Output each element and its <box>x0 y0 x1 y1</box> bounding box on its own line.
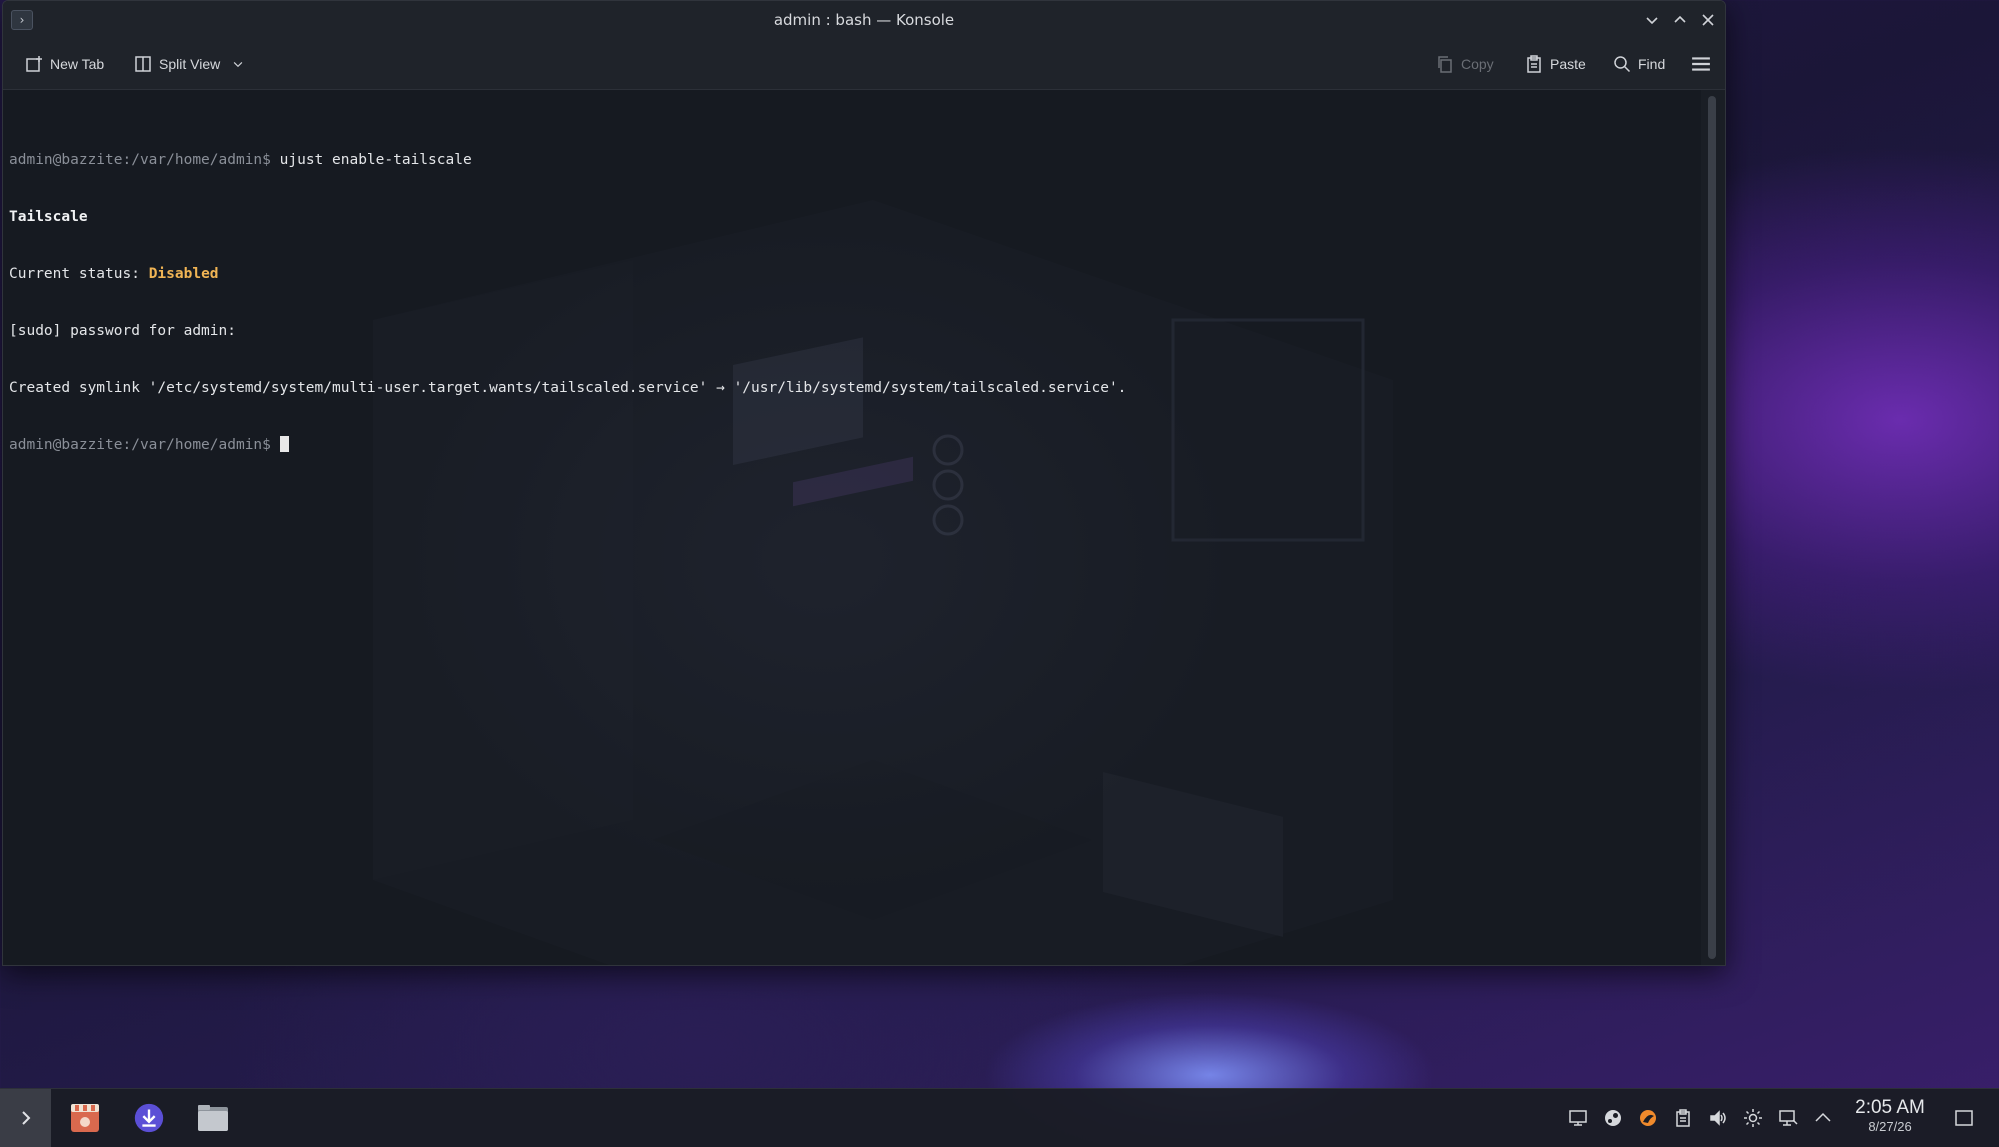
konsole-window: › admin : bash — Konsole New Tab Split V… <box>2 0 1726 966</box>
terminal-line: admin@bazzite:/var/home/admin$ <box>9 436 1695 455</box>
menu-button[interactable] <box>1691 50 1711 78</box>
terminal-output[interactable]: admin@bazzite:/var/home/admin$ ujust ena… <box>3 90 1701 965</box>
split-view-button[interactable]: Split View <box>134 50 245 78</box>
start-icon <box>21 1111 30 1125</box>
show-desktop-button[interactable] <box>1952 1106 1976 1130</box>
copy-icon <box>1438 56 1452 73</box>
chevron-up-icon <box>1674 15 1686 23</box>
output-heading: Tailscale <box>9 209 88 225</box>
chevron-down-icon <box>1646 17 1658 25</box>
store-icon <box>71 1104 99 1132</box>
terminal-line: [sudo] password for admin: <box>9 322 1695 341</box>
firefox-icon <box>1640 1110 1656 1126</box>
task-store[interactable] <box>64 1097 106 1139</box>
task-file-manager[interactable] <box>192 1097 234 1139</box>
download-icon <box>134 1103 164 1133</box>
paste-button[interactable]: Paste <box>1525 50 1586 78</box>
chevron-up-icon <box>1815 1112 1831 1122</box>
close-icon <box>1702 14 1714 26</box>
status-value: Disabled <box>148 266 219 282</box>
tray-firefox[interactable] <box>1636 1106 1660 1130</box>
search-icon <box>1614 56 1631 73</box>
clipboard-icon <box>1676 1109 1690 1127</box>
paste-icon <box>1527 55 1541 73</box>
copy-button[interactable]: Copy <box>1436 50 1494 78</box>
tray-steam[interactable] <box>1601 1106 1625 1130</box>
find-label: Find <box>1638 56 1666 72</box>
application-launcher[interactable] <box>0 1089 51 1147</box>
clock-date: 8/27/26 <box>1868 1119 1912 1134</box>
volume-icon <box>1710 1110 1726 1126</box>
display-icon <box>1569 1110 1587 1126</box>
digital-clock[interactable]: 2:05 AM 8/27/26 <box>1846 1097 1934 1135</box>
new-tab-button[interactable]: New Tab <box>25 50 104 78</box>
symlink-output: Created symlink '/etc/systemd/system/mul… <box>9 380 1127 396</box>
konsole-app-icon[interactable]: › <box>11 10 33 30</box>
copy-label: Copy <box>1461 56 1494 72</box>
hamburger-menu-icon <box>1692 57 1710 71</box>
chevron-down-icon[interactable] <box>231 57 245 71</box>
window-title: admin : bash — Konsole <box>773 11 955 29</box>
terminal-line: Created symlink '/etc/systemd/system/mul… <box>9 379 1695 398</box>
shell-prompt: admin@bazzite:/var/home/admin$ <box>9 437 271 453</box>
shell-prompt: admin@bazzite:/var/home/admin$ <box>9 152 271 168</box>
toolbar: New Tab Split View Copy Paste Find <box>3 39 1725 90</box>
show-desktop-icon <box>1955 1110 1973 1126</box>
background-wallpaper-illustration <box>373 200 1393 965</box>
terminal-scrollbar[interactable] <box>1701 90 1725 965</box>
text-cursor <box>279 436 289 452</box>
sudo-prompt-text: [sudo] password for admin: <box>9 323 236 339</box>
tray-expand[interactable] <box>1811 1106 1835 1130</box>
taskbar: 2:05 AM 8/27/26 <box>0 1088 1999 1147</box>
network-icon <box>1779 1110 1798 1126</box>
tray-volume[interactable] <box>1706 1106 1730 1130</box>
minimize-button[interactable] <box>1641 9 1663 31</box>
maximize-button[interactable] <box>1669 9 1691 31</box>
new-tab-icon <box>26 56 42 72</box>
scrollbar-handle[interactable] <box>1708 96 1716 959</box>
terminal-line: admin@bazzite:/var/home/admin$ ujust ena… <box>9 151 1695 170</box>
split-view-icon <box>135 56 151 72</box>
tray-network[interactable] <box>1776 1106 1800 1130</box>
file-manager-icon <box>198 1105 228 1131</box>
title-bar[interactable]: › admin : bash — Konsole <box>3 1 1725 39</box>
tray-brightness[interactable] <box>1741 1106 1765 1130</box>
close-button[interactable] <box>1697 9 1719 31</box>
task-downloader[interactable] <box>128 1097 170 1139</box>
command-text: ujust enable-tailscale <box>270 152 472 168</box>
tray-clipboard[interactable] <box>1671 1106 1695 1130</box>
terminal-line: Tailscale <box>9 208 1695 227</box>
status-label: Current status: <box>9 266 149 282</box>
brightness-icon <box>1744 1109 1762 1127</box>
terminal-line: Current status: Disabled <box>9 265 1695 284</box>
find-button[interactable]: Find <box>1613 50 1665 78</box>
clock-time: 2:05 AM <box>1855 1097 1925 1118</box>
paste-label: Paste <box>1550 56 1586 72</box>
tray-display[interactable] <box>1566 1106 1590 1130</box>
steam-icon <box>1605 1110 1621 1126</box>
new-tab-label: New Tab <box>50 56 105 72</box>
split-view-label: Split View <box>159 56 221 72</box>
